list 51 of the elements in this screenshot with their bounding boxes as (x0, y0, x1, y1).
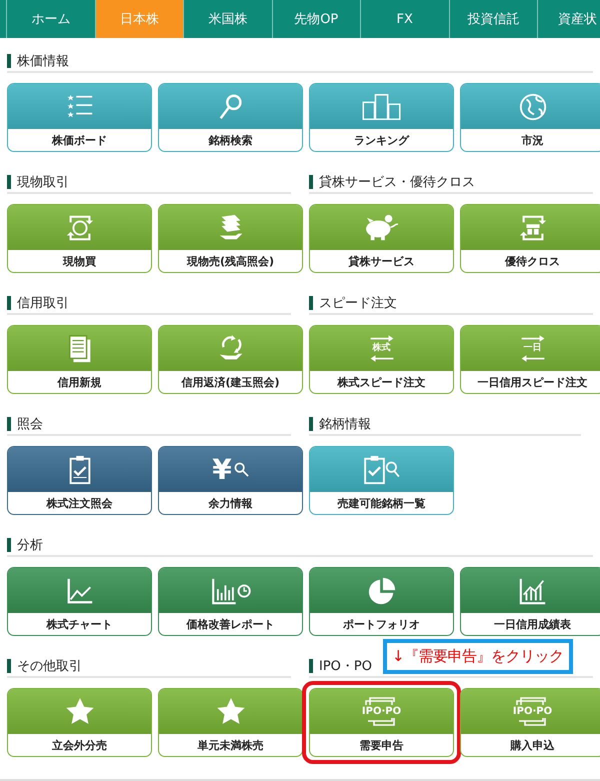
section-heading: 貸株サービス・優待クロス (319, 174, 475, 190)
heading-marker (309, 174, 313, 188)
menu-tile[interactable]: 株式チャート (7, 567, 152, 636)
pie-chart-icon (366, 576, 396, 606)
heading-marker (7, 174, 11, 188)
menu-tile[interactable]: 貸株サービス (309, 204, 454, 273)
heading-marker (7, 54, 11, 68)
menu-tile[interactable]: 立会外分売 (7, 688, 152, 757)
podium-icon (360, 92, 402, 122)
section-heading: 照会 (17, 416, 43, 432)
callout: ↓『需要申告』をクリック (383, 639, 573, 674)
section-heading: 株価情報 (17, 52, 69, 70)
heading-marker (7, 416, 11, 430)
menu-tile[interactable]: 信用返済(建玉照会) (158, 325, 303, 394)
menu-tile[interactable]: 市況 (460, 83, 600, 152)
section-heading: 信用取引 (17, 294, 69, 312)
gift-icon (518, 212, 548, 242)
menu-tile[interactable]: ポートフォリオ (309, 567, 454, 636)
menu-tile[interactable]: 売建可能銘柄一覧 (309, 446, 454, 515)
globe-icon (518, 92, 548, 122)
menu-tile[interactable]: 優待クロス (460, 204, 600, 273)
section-heading: 銘柄情報 (319, 416, 371, 432)
heading-marker (309, 416, 313, 430)
section-heading: その他取引 (17, 658, 82, 674)
star-icon (216, 696, 246, 726)
heading-marker (7, 658, 11, 672)
menu-tile[interactable]: 一日信用成績表 (460, 567, 600, 636)
stock-cycle-icon (64, 212, 94, 242)
menu-tile[interactable]: IPO·PO 需要申告 (309, 688, 454, 757)
menu-tile[interactable]: 現物買 (7, 204, 152, 273)
section-heading: 分析 (17, 536, 43, 554)
heading-marker (309, 658, 313, 672)
section-heading: IPO・PO (319, 658, 372, 674)
menu-tile[interactable]: 価格改善レポート (158, 567, 303, 636)
menu-tile[interactable]: 現物売(残高照会) (158, 204, 303, 273)
section-heading: 現物取引 (17, 174, 69, 190)
heading-marker (309, 296, 313, 310)
menu-tile[interactable]: 株式 株式スピード注文 (309, 325, 454, 394)
star-icon (64, 696, 94, 726)
menu-tile[interactable]: 株式注文照会 (7, 446, 152, 515)
section-heading: スピード注文 (319, 294, 397, 312)
heading-marker (7, 538, 11, 552)
menu-tile[interactable]: ¥ 余力情報 (158, 446, 303, 515)
menu-tile[interactable]: IPO·PO 購入申込 (460, 688, 600, 757)
menu-tile[interactable]: 一日 一日信用スピード注文 (460, 325, 600, 394)
menu-tile[interactable]: 株価ボード (7, 83, 152, 152)
heading-marker (7, 296, 11, 310)
menu-tile[interactable]: 信用新規 (7, 325, 152, 394)
menu-tile[interactable]: 銘柄検索 (158, 83, 303, 152)
menu-tile[interactable]: 単元未満株売 (158, 688, 303, 757)
menu-tile[interactable]: ランキング (309, 83, 454, 152)
